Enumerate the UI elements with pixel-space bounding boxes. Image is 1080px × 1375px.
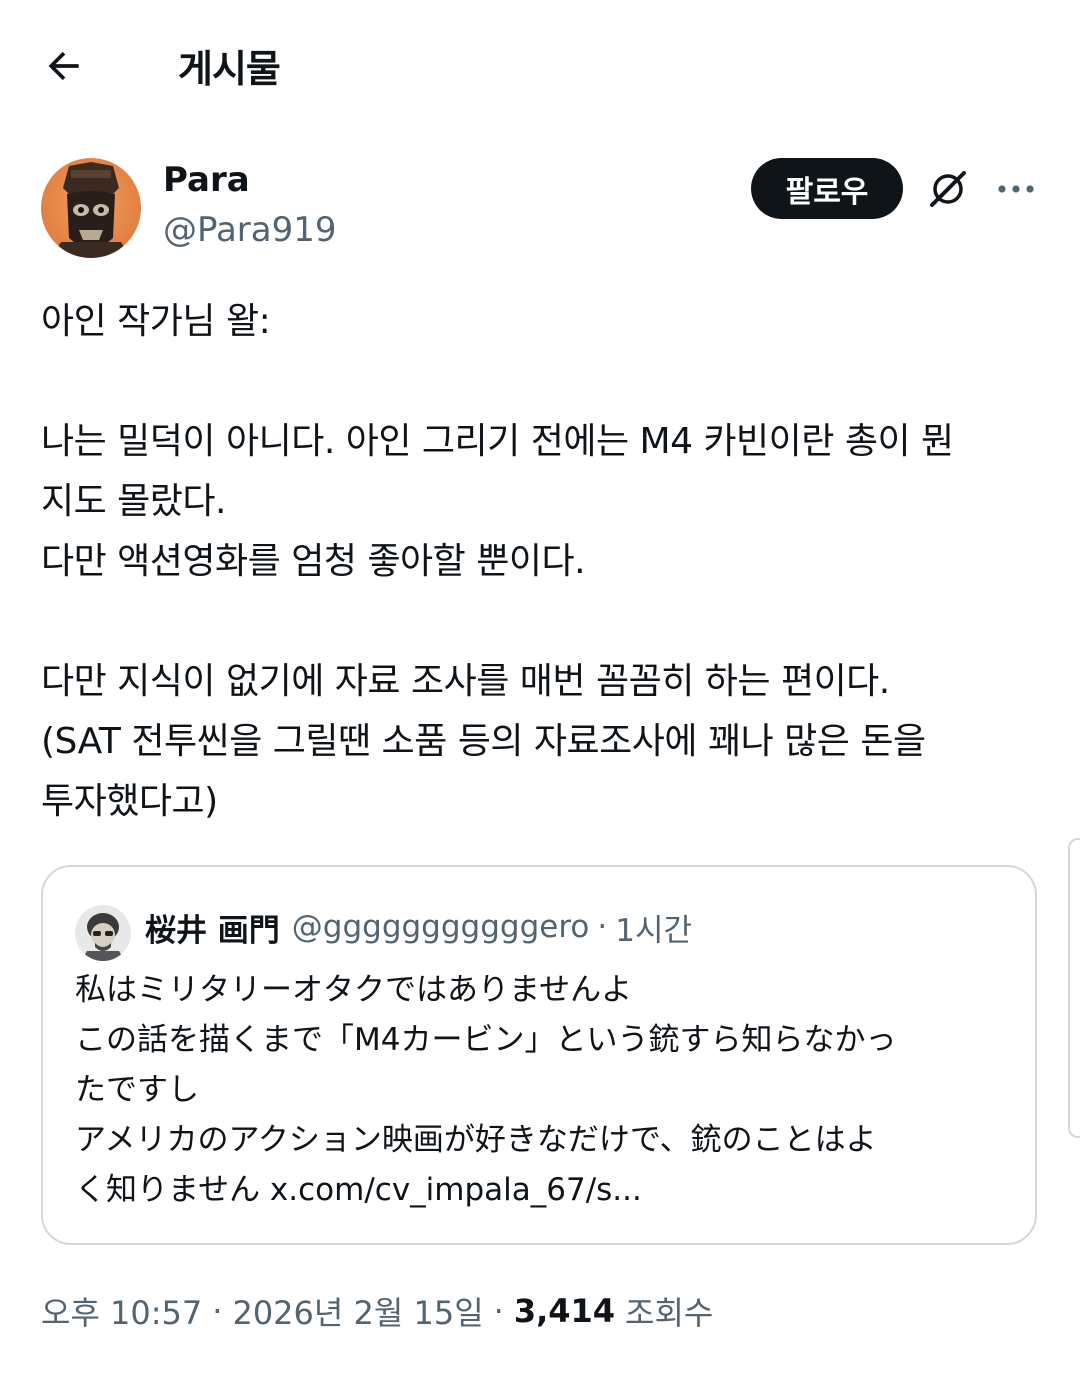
top-bar: 게시물	[0, 0, 1080, 130]
dot-separator: ·	[597, 909, 608, 945]
quoted-post-header: 桜井 画門 @gggggggggggero · 1시간	[145, 905, 692, 949]
quoted-post-text: 私はミリタリーオタクではありませんよ この話を描くまで「M4カービン」という銃す…	[75, 965, 1015, 1215]
scrollbar[interactable]	[1068, 838, 1080, 1138]
quoted-author-name: 桜井 画門	[145, 912, 280, 949]
quoted-line: たですし	[75, 1072, 199, 1108]
quoted-line: この話を描くまで「M4カービン」という銃すら知らなかっ	[75, 1022, 897, 1058]
author-display-name[interactable]: Para	[163, 160, 250, 200]
quoted-post-card[interactable]: 桜井 画門 @gggggggggggero · 1시간 私はミリタリーオタクでは…	[41, 865, 1037, 1245]
post-line: 투자했다고)	[41, 781, 218, 822]
back-button[interactable]	[40, 42, 88, 90]
grok-button[interactable]	[922, 163, 974, 215]
post-line: 지도 몰랐다.	[41, 481, 227, 522]
post-date[interactable]: 2026년 2월 15일	[232, 1288, 483, 1334]
more-horizontal-icon	[998, 185, 1034, 193]
views-label: 조회수	[625, 1294, 714, 1332]
dot-separator: ·	[212, 1292, 223, 1330]
post-time[interactable]: 오후 10:57	[41, 1288, 202, 1334]
quoted-author-handle: @gggggggggggero	[291, 909, 590, 945]
post-text: 아인 작가님 왈: 나는 밀덕이 아니다. 아인 그리기 전에는 M4 카빈이란…	[41, 292, 1041, 832]
post-line: 나는 밀덕이 아니다. 아인 그리기 전에는 M4 카빈이란 총이 뭔	[41, 421, 954, 462]
views-count[interactable]: 3,414	[514, 1292, 615, 1330]
quoted-line: アメリカのアクション映画が好きなだけで、銃のことはよ	[75, 1122, 877, 1158]
post-line: 다만 지식이 없기에 자료 조사를 매번 꼼꼼히 하는 편이다.	[41, 661, 890, 702]
author-handle[interactable]: @Para919	[163, 210, 337, 250]
more-button[interactable]	[990, 163, 1042, 215]
post-line: 아인 작가님 왈:	[41, 301, 271, 342]
post-line: (SAT 전투씬을 그릴땐 소품 등의 자료조사에 꽤나 많은 돈을	[41, 721, 926, 762]
quoted-post-time: 1시간	[615, 912, 692, 949]
follow-button[interactable]: 팔로우	[751, 158, 903, 219]
grok-icon	[930, 171, 966, 207]
quoted-line: く知りません x.com/cv_impala_67/s...	[75, 1172, 642, 1208]
arrow-left-icon	[48, 51, 79, 81]
quoted-author-avatar	[75, 905, 131, 961]
dot-separator: ·	[493, 1292, 504, 1330]
quoted-line: 私はミリタリーオタクではありませんよ	[75, 972, 633, 1008]
page-title: 게시물	[178, 47, 281, 91]
author-avatar[interactable]	[41, 158, 141, 258]
post-meta: 오후 10:57 · 2026년 2월 15일 · 3,414 조회수	[41, 1286, 713, 1336]
post-line: 다만 액션영화를 엄청 좋아할 뿐이다.	[41, 541, 586, 582]
